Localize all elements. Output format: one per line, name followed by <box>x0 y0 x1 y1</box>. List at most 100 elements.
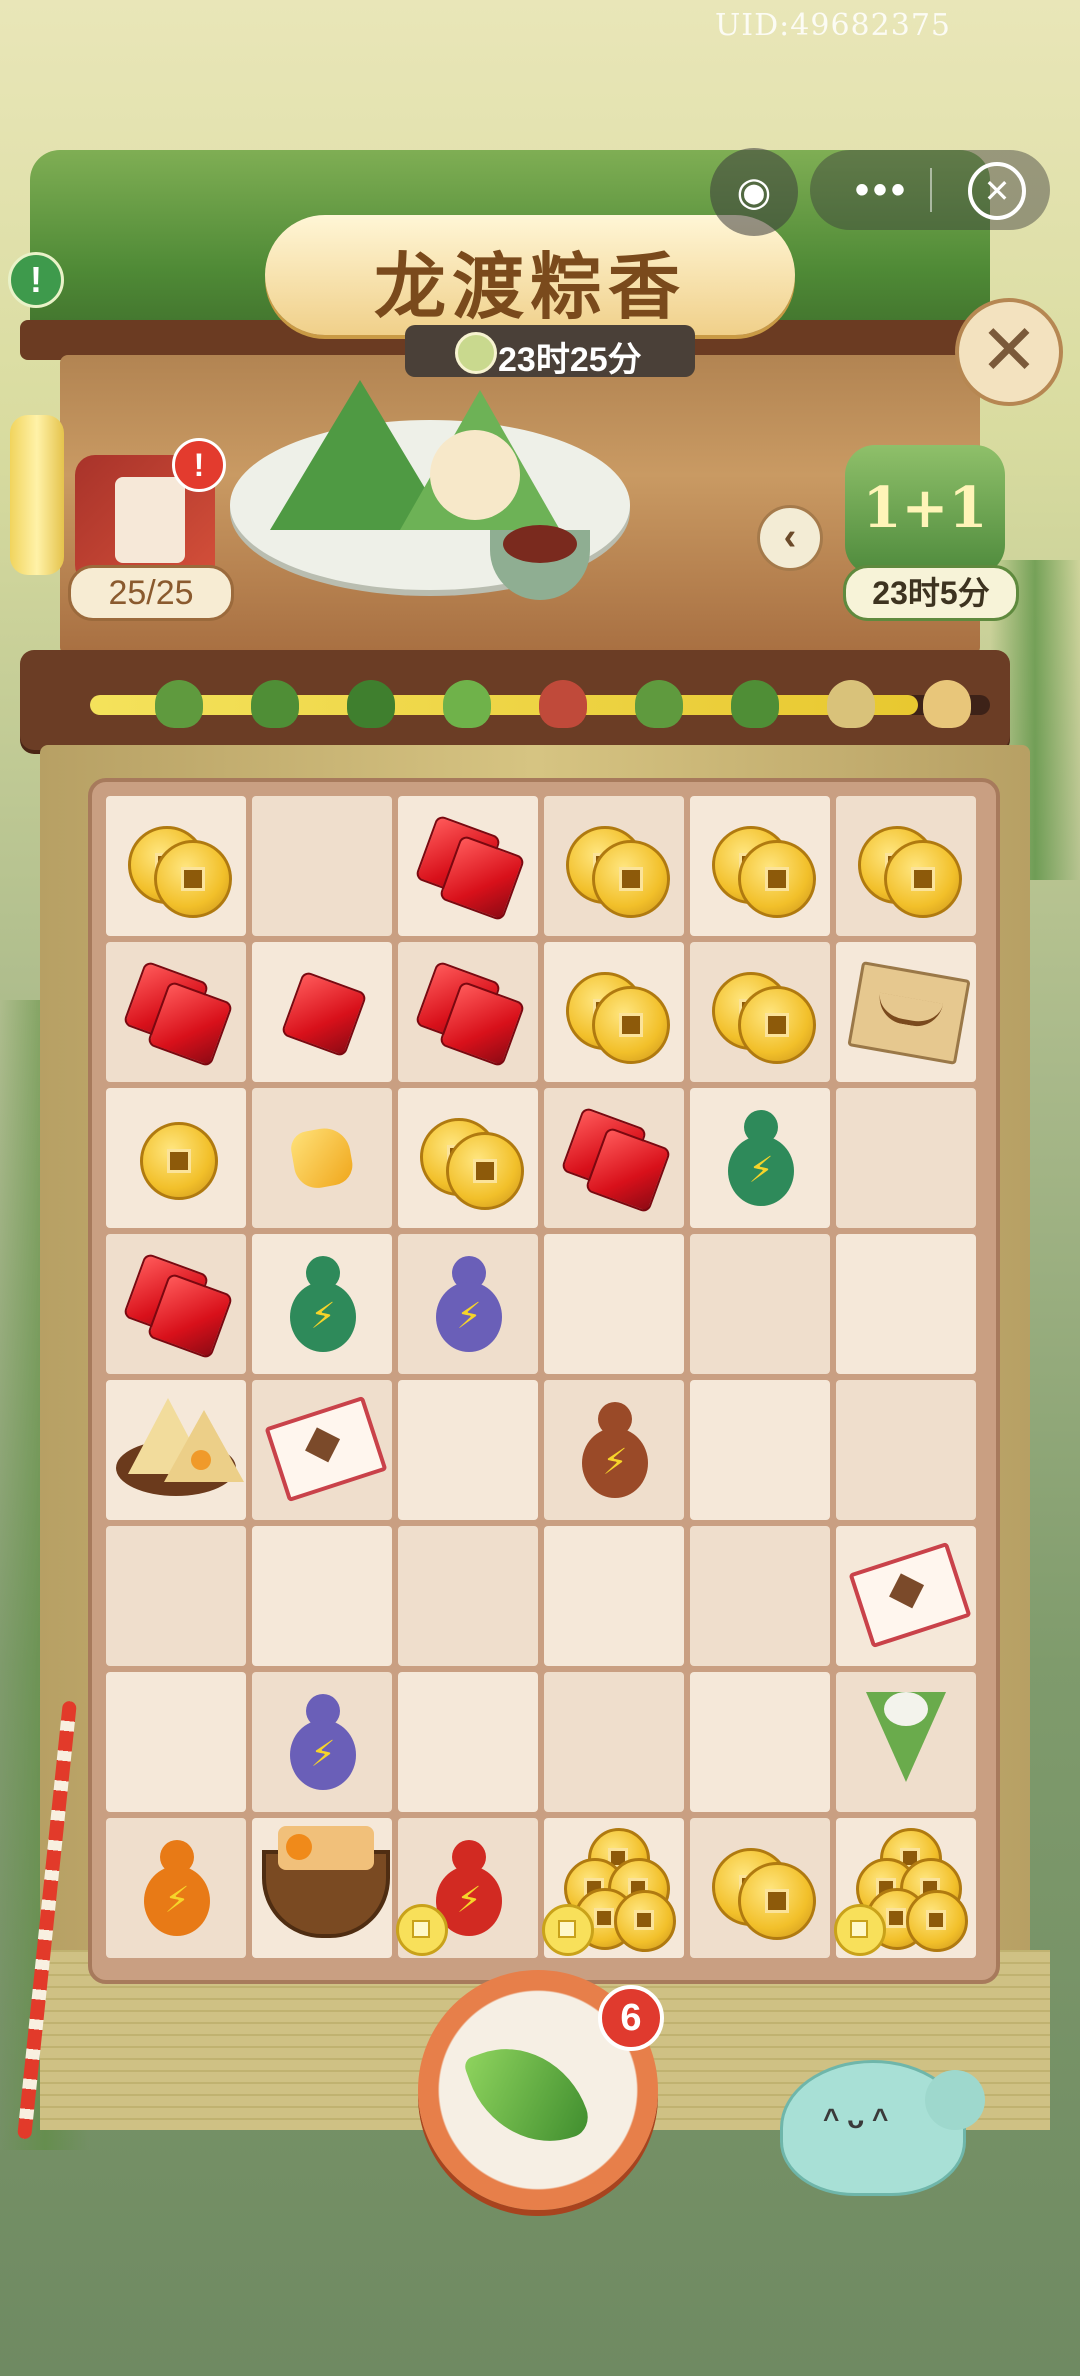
board-cell-gourd-green[interactable]: ⚡ <box>690 1088 830 1228</box>
cat-face-icon: ^ ᴗ ^ <box>823 2103 889 2134</box>
chevron-left-icon: ‹ <box>783 516 797 558</box>
miniprogram-capsule: ••• ✕ <box>810 150 1050 230</box>
board-cell-gems[interactable] <box>398 942 538 1082</box>
board-cell-empty[interactable] <box>106 1526 246 1666</box>
board-cell-coin[interactable] <box>106 1088 246 1228</box>
progress-stage-4 <box>443 680 491 728</box>
coin-icon <box>446 1132 524 1210</box>
rice-image <box>430 430 520 520</box>
board-cell-gem[interactable] <box>252 942 392 1082</box>
board-cell-coin-stack-chick[interactable] <box>542 1818 684 1958</box>
coin-icon <box>884 840 962 918</box>
chick-icon <box>396 1904 448 1956</box>
board-cell-map[interactable] <box>836 942 976 1082</box>
board-cell-empty[interactable] <box>252 796 392 936</box>
ticket-icon <box>848 1541 972 1649</box>
board-cell-zongzi-plate[interactable] <box>106 1380 246 1520</box>
board-cell-coins[interactable] <box>544 796 684 936</box>
board-cell-empty[interactable] <box>836 1380 976 1520</box>
gamepad-button[interactable]: ◉ <box>710 148 798 236</box>
board-cell-coins[interactable] <box>398 1088 538 1228</box>
board-cell-ticket[interactable] <box>836 1526 976 1666</box>
coin-icon <box>140 1122 218 1200</box>
bolt-icon: ⚡ <box>602 1441 628 1482</box>
board-cell-empty[interactable] <box>544 1672 684 1812</box>
coin-icon <box>614 1890 676 1952</box>
side-event-button[interactable]: 1+1 <box>845 445 1005 575</box>
board-cell-ticket[interactable] <box>252 1380 392 1520</box>
more-button[interactable]: ••• <box>855 168 909 213</box>
board-cell-gourd-green[interactable]: ⚡ <box>252 1234 392 1374</box>
gourd-icon: ⚡ <box>144 1840 210 1940</box>
close-icon: ✕ <box>979 311 1039 389</box>
gourd-icon: ⚡ <box>728 1110 794 1210</box>
coin-icon <box>738 1862 816 1940</box>
board-cell-empty[interactable] <box>690 1526 830 1666</box>
progress-stage-7 <box>731 680 779 728</box>
board-cell-gourd-orange-chick[interactable]: ⚡ <box>106 1818 246 1958</box>
progress-stage-2 <box>251 680 299 728</box>
board-cell-coins[interactable] <box>690 1818 830 1958</box>
generator-count-badge: 6 <box>598 1985 664 2051</box>
uid-label: UID:49682375 <box>715 8 951 43</box>
board-cell-coins[interactable] <box>690 796 830 936</box>
gourd-icon: ⚡ <box>290 1256 356 1356</box>
board-cell-empty[interactable] <box>836 1088 976 1228</box>
board-cell-empty[interactable] <box>252 1526 392 1666</box>
coin-icon <box>154 840 232 918</box>
board-cell-empty[interactable] <box>690 1234 830 1374</box>
board-cell-empty[interactable] <box>544 1234 684 1374</box>
board-cell-empty[interactable] <box>398 1526 538 1666</box>
progress-fill <box>90 695 918 715</box>
board-cell-gourd-purple[interactable]: ⚡ <box>252 1672 392 1812</box>
alert-icon[interactable]: ! <box>8 252 64 308</box>
capsule-divider <box>930 168 932 212</box>
bolt-icon: ⚡ <box>164 1879 190 1920</box>
gamepad-icon: ◉ <box>736 170 772 214</box>
gold-nugget-icon <box>288 1124 356 1192</box>
board-cell-empty[interactable] <box>106 1672 246 1812</box>
board-cell-empty[interactable] <box>836 1234 976 1374</box>
side-event-label: 1+1 <box>862 475 988 541</box>
gourd-icon: ⚡ <box>290 1694 356 1794</box>
board-cell-empty[interactable] <box>544 1526 684 1666</box>
board-cell-gems[interactable] <box>398 796 538 936</box>
progress-stage-3 <box>347 680 395 728</box>
progress-stage-8 <box>827 680 875 728</box>
chick-icon <box>542 1904 594 1956</box>
board-cell-empty[interactable] <box>398 1380 538 1520</box>
cake-basket-icon <box>262 1826 390 1938</box>
progress-stage-9 <box>923 680 971 728</box>
board-cell-gems[interactable] <box>106 1234 246 1374</box>
board-cell-coin-stack-chick[interactable] <box>834 1818 976 1958</box>
board-cell-gourd-brown[interactable]: ⚡ <box>544 1380 684 1520</box>
board-cell-coins[interactable] <box>106 796 246 936</box>
bolt-icon: ⚡ <box>310 1295 336 1336</box>
coin-icon <box>738 840 816 918</box>
collapse-button[interactable]: ‹ <box>757 505 823 571</box>
board-cell-basket[interactable] <box>252 1818 392 1958</box>
gourd-icon: ⚡ <box>582 1402 648 1502</box>
ticket-icon <box>264 1395 388 1503</box>
dragon-boat-map-icon <box>847 961 971 1065</box>
board-cell-empty[interactable] <box>690 1672 830 1812</box>
event-title: 龙渡粽香 <box>373 244 686 329</box>
lantern-decoration <box>10 415 64 575</box>
timer-icon <box>455 332 497 374</box>
board-cell-coins[interactable] <box>836 796 976 936</box>
close-button[interactable]: ✕ <box>955 298 1063 406</box>
progress-stage-6 <box>635 680 683 728</box>
board-cell-gems[interactable] <box>544 1088 684 1228</box>
board-cell-gourd-purple[interactable]: ⚡ <box>398 1234 538 1374</box>
board-cell-empty[interactable] <box>398 1672 538 1812</box>
board-cell-rice-cone[interactable] <box>836 1672 976 1812</box>
bolt-icon: ⚡ <box>456 1879 482 1920</box>
board-cell-coins[interactable] <box>544 942 684 1082</box>
board-cell-gems[interactable] <box>106 942 246 1082</box>
board-cell-gold[interactable] <box>252 1088 392 1228</box>
exit-button[interactable]: ✕ <box>968 162 1026 220</box>
board-cell-gourd-red-chick[interactable]: ⚡ <box>396 1818 538 1958</box>
board-cell-coins[interactable] <box>690 942 830 1082</box>
card-icon <box>115 477 185 563</box>
board-cell-empty[interactable] <box>690 1380 830 1520</box>
